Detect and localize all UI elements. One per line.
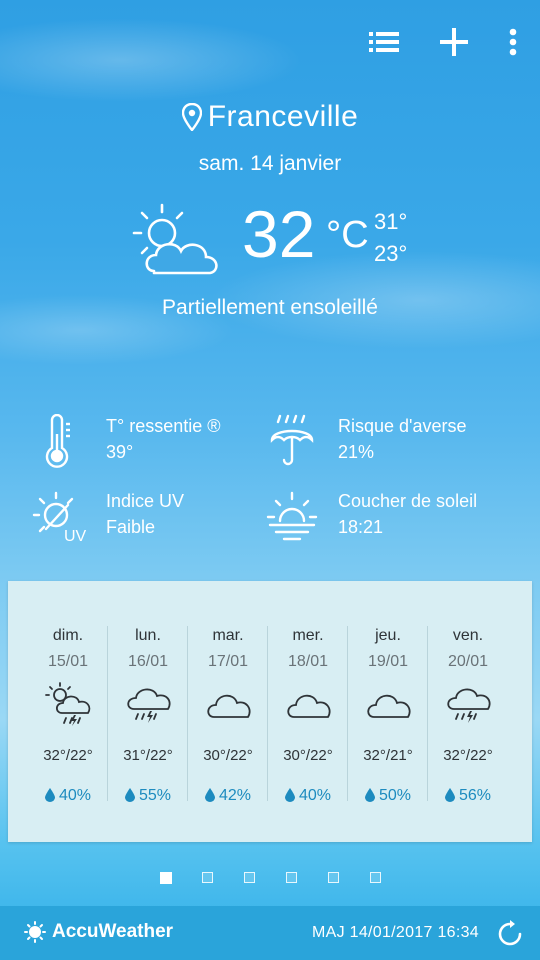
list-icon [369, 32, 399, 52]
forecast-day-name: lun. [135, 627, 161, 644]
raindrop-icon [204, 788, 215, 802]
refresh-button[interactable] [496, 920, 524, 948]
top-action-bar [366, 24, 520, 60]
brand-logo[interactable]: AccuWeather [24, 921, 173, 943]
current-date: sam. 14 janvier [198, 152, 342, 175]
forecast-rain-chance: 56% [428, 787, 508, 805]
page-dot[interactable] [244, 872, 255, 883]
forecast-day[interactable]: lun. 16/01 31°/22° 55% [108, 581, 188, 842]
partly-sunny-icon [132, 203, 218, 275]
locations-list-button[interactable] [366, 24, 402, 60]
rain-percent: 55% [138, 787, 172, 804]
rain-percent: 50% [378, 787, 412, 804]
raindrop-icon [284, 788, 295, 802]
forecast-day-name: jeu. [375, 627, 401, 644]
detail-value: 39° [106, 442, 134, 462]
raindrop-icon [124, 788, 135, 802]
forecast-rain-chance: 40% [28, 787, 108, 805]
current-temperature: 32 [242, 197, 316, 271]
page-dot[interactable] [202, 872, 213, 883]
page-dot[interactable] [328, 872, 339, 883]
condition-text: Partiellement ensoleillé [162, 296, 378, 319]
add-location-button[interactable] [436, 24, 472, 60]
cloud-icon [207, 694, 251, 718]
detail-label: Indice UV [106, 491, 185, 511]
more-vert-icon [509, 28, 517, 56]
forecast-date: 18/01 [287, 653, 329, 670]
rain-percent: 40% [298, 787, 332, 804]
detail-feels-like: T° ressentie ® 39° [32, 414, 272, 474]
detail-value: 18:21 [338, 517, 384, 537]
footer-bar: AccuWeather MAJ 14/01/2017 16:34 [0, 906, 540, 960]
location-header[interactable]: Franceville [0, 100, 540, 134]
forecast-date: 17/01 [207, 653, 249, 670]
brand-name: AccuWeather [52, 921, 174, 942]
detail-value: 21% [338, 442, 375, 462]
forecast-temps: 32°/21° [363, 747, 413, 764]
forecast-rain-chance: 55% [108, 787, 188, 805]
rain-percent: 42% [218, 787, 252, 804]
page-dot[interactable] [286, 872, 297, 883]
raindrop-icon [444, 788, 455, 802]
location-pin-icon [181, 103, 202, 131]
page-dot-active[interactable] [160, 872, 172, 884]
sunset-icon [266, 491, 318, 541]
thermometer-icon [45, 414, 70, 468]
uv-index-icon: UV [32, 491, 87, 545]
forecast-day[interactable]: mar. 17/01 30°/22° 42% [188, 581, 268, 842]
temperature-unit: °C [326, 214, 369, 256]
forecast-date: 19/01 [367, 653, 409, 670]
forecast-date: 20/01 [447, 653, 489, 670]
forecast-temps: 30°/22° [283, 747, 333, 764]
forecast-day[interactable]: dim. 15/01 32°/22° 40% [28, 581, 108, 842]
detail-value: Faible [106, 517, 156, 537]
cloud-thunder-icon [447, 688, 491, 723]
detail-sunset: Coucher de soleil 18:21 [264, 489, 504, 549]
cloud-icon [367, 694, 411, 718]
cloud-thunder-icon [127, 688, 171, 723]
rain-percent: 56% [458, 787, 492, 804]
detail-uv-index: UV Indice UV Faible [32, 489, 272, 549]
forecast-day[interactable]: ven. 20/01 32°/22° 56% [428, 581, 508, 842]
page-indicator [158, 870, 388, 884]
refresh-icon [498, 920, 522, 946]
forecast-temps: 30°/22° [203, 747, 253, 764]
forecast-date: 15/01 [47, 653, 89, 670]
plus-icon [440, 28, 468, 56]
forecast-rain-chance: 50% [348, 787, 428, 805]
forecast-temps: 32°/22° [443, 747, 493, 764]
low-temperature: 23° [374, 241, 408, 266]
rain-percent: 40% [58, 787, 92, 804]
detail-label: Risque d'averse [338, 416, 467, 436]
forecast-day[interactable]: jeu. 19/01 32°/21° 50% [348, 581, 428, 842]
detail-rain-chance: Risque d'averse 21% [264, 414, 504, 474]
forecast-rain-chance: 42% [188, 787, 268, 805]
raindrop-icon [364, 788, 375, 802]
forecast-day-name: mar. [212, 627, 244, 644]
daily-forecast-panel: dim. 15/01 32°/22° 40% lun. 16/01 31°/22… [8, 581, 532, 842]
forecast-day-name: mer. [292, 627, 324, 644]
forecast-day[interactable]: mer. 18/01 30°/22° 40% [268, 581, 348, 842]
forecast-day-name: ven. [452, 627, 484, 644]
forecast-date: 16/01 [127, 653, 169, 670]
more-options-button[interactable] [506, 24, 520, 60]
forecast-day-name: dim. [52, 627, 84, 644]
sun-logo-icon [24, 921, 46, 943]
sun-cloud-thunder-icon [45, 682, 91, 726]
detail-label: Coucher de soleil [338, 491, 478, 511]
svg-text:UV: UV [64, 528, 87, 545]
umbrella-rain-icon [270, 414, 314, 466]
city-name: Franceville [207, 100, 359, 133]
raindrop-icon [44, 788, 55, 802]
cloud-icon [287, 694, 331, 718]
forecast-temps: 32°/22° [43, 747, 93, 764]
detail-label: T° ressentie ® [106, 416, 221, 436]
forecast-temps: 31°/22° [123, 747, 173, 764]
last-updated: MAJ 14/01/2017 16:34 [312, 924, 480, 941]
high-temperature: 31° [374, 209, 408, 234]
page-dot[interactable] [370, 872, 381, 883]
forecast-rain-chance: 40% [268, 787, 348, 805]
